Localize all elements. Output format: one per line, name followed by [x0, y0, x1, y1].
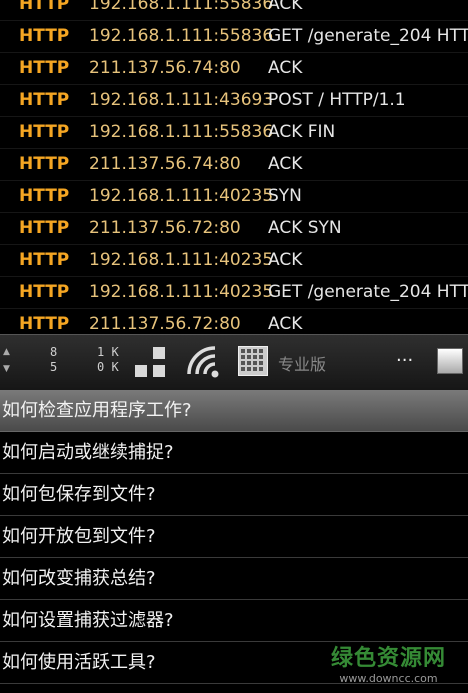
packet-row[interactable]: HTTP 192.168.1.111:40235 ACK [0, 245, 468, 277]
packet-info: ACK FIN [268, 122, 336, 142]
packet-row[interactable]: HTTP 211.137.56.72:80 ACK SYN [0, 213, 468, 245]
packet-protocol: HTTP [19, 58, 70, 78]
packet-info: ACK [268, 250, 303, 270]
packet-info: SYN [268, 186, 302, 206]
packet-row[interactable]: HTTP 211.137.56.74:80 ACK [0, 53, 468, 85]
packet-address: 211.137.56.72:80 [89, 218, 241, 238]
packet-port: 80 [219, 218, 241, 238]
packet-row[interactable]: HTTP 192.168.1.111:55836 ACK FIN [0, 117, 468, 149]
count-bottom: 5 [50, 360, 58, 374]
packet-counter: 8 5 [50, 345, 57, 375]
help-menu-item[interactable]: 如何包保存到文件? [0, 474, 468, 516]
packet-protocol: HTTP [19, 90, 70, 110]
packet-protocol: HTTP [19, 218, 70, 238]
packet-address: 192.168.1.111:55836 [89, 0, 273, 20]
packet-protocol: HTTP [19, 0, 70, 14]
packet-address: 211.137.56.74:80 [89, 154, 241, 174]
packet-protocol: HTTP [19, 250, 70, 270]
kb-bottom: 0 K [97, 360, 119, 374]
packet-port: 80 [219, 154, 241, 174]
help-menu-item[interactable]: 如何改变捕获总结? [0, 558, 468, 600]
watermark-logo: 绿色资源网 [330, 646, 446, 671]
packet-protocol: HTTP [19, 186, 70, 206]
packet-address: 192.168.1.111:43693 [89, 90, 274, 110]
packet-port: 55836 [219, 122, 274, 142]
packet-info: ACK [268, 58, 303, 78]
packet-ip: 192.168.1.111 [89, 282, 214, 302]
packet-port: 40235 [219, 282, 274, 302]
packet-ip: 211.137.56.74 [89, 58, 214, 78]
packet-address: 192.168.1.111:40235 [89, 282, 274, 302]
packet-port: 40235 [219, 250, 274, 270]
packet-row[interactable]: HTTP 192.168.1.111:55836 GET /generate_204… [0, 21, 468, 53]
more-menu-button[interactable]: ... [396, 345, 413, 366]
packet-info: POST / HTTP/1.1 [268, 90, 406, 110]
packet-address: 192.168.1.111:40235 [89, 250, 274, 270]
packet-ip: 192.168.1.111 [89, 122, 214, 142]
packet-address: 192.168.1.111:55836 [89, 26, 274, 46]
arrow-up-icon[interactable]: ▲ [3, 344, 10, 361]
pro-version-label[interactable]: 专业版 [278, 351, 326, 375]
watermark: 绿色资源网 www.downcc.com [331, 640, 446, 685]
packet-port: 80 [219, 314, 241, 334]
help-menu-item[interactable]: 如何检查应用程序工作? [0, 390, 468, 432]
packet-info: GET /generate_204 HTT... [268, 282, 468, 302]
packet-info: ACK [268, 154, 303, 174]
packet-list: HTTP 192.168.1.111:55836 ACK HTTP 192.168.1.… [0, 0, 468, 341]
wifi-signal-icon[interactable] [184, 343, 222, 381]
packet-info: GET /generate_204 HTT... [268, 26, 468, 46]
packet-protocol: HTTP [19, 154, 70, 174]
grid-icon[interactable] [238, 346, 268, 376]
packet-address: 211.137.56.74:80 [89, 58, 241, 78]
packet-port: 43693 [219, 90, 274, 110]
help-menu-item[interactable]: 如何设置捕获过滤器? [0, 600, 468, 642]
capture-toolbar: ▲ ▼ 8 5 1 K 0 K 专业版 ... [0, 334, 468, 391]
packet-address: 192.168.1.111:55836 [89, 122, 274, 142]
packet-protocol: HTTP [19, 26, 70, 46]
packet-ip: 211.137.56.72 [89, 218, 214, 238]
packet-ip: 211.137.56.72 [89, 314, 214, 334]
packet-port: 80 [219, 58, 241, 78]
packet-info: ACK SYN [268, 218, 342, 238]
packet-port: 55836 [219, 26, 274, 46]
packet-ip: 192.168.1.111 [89, 186, 214, 206]
watermark-url: www.downcc.com [339, 672, 438, 685]
packet-ip: 211.137.56.74 [89, 154, 214, 174]
packet-ip: 192.168.1.111 [89, 26, 214, 46]
scroll-arrows[interactable]: ▲ ▼ [3, 344, 10, 378]
packet-protocol: HTTP [19, 282, 70, 302]
help-menu-item[interactable]: 如何启动或继续捕捉? [0, 432, 468, 474]
packet-ip: 192.168.1.111 [89, 250, 214, 270]
packet-row[interactable]: HTTP 192.168.1.111:43693 POST / HTTP/1.1 [0, 85, 468, 117]
packet-address: 192.168.1.111:40235 [89, 186, 274, 206]
help-menu-item[interactable]: 如何开放包到文件? [0, 516, 468, 558]
packet-row[interactable]: HTTP 192.168.1.111:40235 SYN [0, 181, 468, 213]
packet-ip: 192.168.1.111 [89, 0, 214, 14]
packet-port: 40235 [219, 186, 274, 206]
packet-row[interactable]: HTTP 192.168.1.111:55836 ACK [0, 0, 468, 21]
packet-info: ACK [268, 0, 303, 14]
packet-port: 55836 [219, 0, 274, 14]
packet-row[interactable]: HTTP 192.168.1.111:40235 GET /generate_204… [0, 277, 468, 309]
traffic-counter: 1 K 0 K [97, 345, 119, 375]
packet-ip: 192.168.1.111 [89, 90, 214, 110]
packet-protocol: HTTP [19, 122, 70, 142]
arrow-down-icon[interactable]: ▼ [3, 361, 10, 378]
square-icon[interactable] [437, 348, 463, 374]
packet-row[interactable]: HTTP 211.137.56.74:80 ACK [0, 149, 468, 181]
kb-top: 1 K [97, 345, 119, 359]
layout-boxes-icon[interactable] [135, 347, 167, 379]
count-top: 8 [50, 345, 58, 359]
